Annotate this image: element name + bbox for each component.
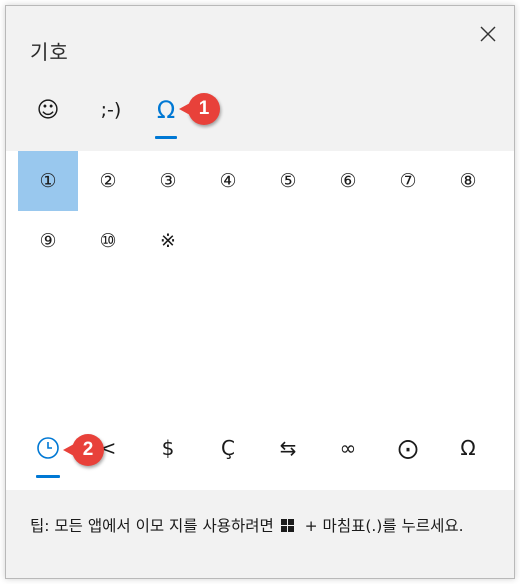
tip-text: 팁: 모든 앱에서 이모 지를 사용하려면 + 마침표(.)를 누르세요. — [30, 514, 490, 539]
tab-geometric[interactable]: ⨀ — [378, 418, 438, 478]
clock-icon — [37, 437, 59, 459]
tab-math[interactable]: ∞ — [318, 418, 378, 478]
tab-currency[interactable]: $ — [138, 418, 198, 478]
emoji-panel: 기호 ☺ ;-) Ω 1 ① ② ③ ④ ⑤ ⑥ ⑦ ⑧ ⑨ ⑩ ※ < $ Ç… — [5, 5, 515, 579]
active-category-indicator — [36, 475, 60, 478]
symbol-cell[interactable]: ① — [18, 151, 78, 211]
tab-latin[interactable]: Ç — [198, 418, 258, 478]
symbol-cell[interactable]: ⑧ — [438, 151, 498, 211]
symbol-cell[interactable]: ② — [78, 151, 138, 211]
annotation-badge-1: 1 — [179, 93, 220, 125]
active-tab-indicator — [155, 136, 177, 139]
tip-text-before: 팁: 모든 앱에서 이모 지를 사용하려면 — [30, 517, 274, 535]
tab-emoji[interactable]: ☺ — [28, 90, 68, 130]
tab-arrows[interactable]: ⇆ — [258, 418, 318, 478]
kaomoji-label: ;-) — [100, 99, 122, 121]
tab-kaomoji[interactable]: ;-) — [86, 90, 136, 130]
tip-text-after: + 마침표(.)를 누르세요. — [304, 517, 464, 535]
symbol-cell[interactable]: ⑤ — [258, 151, 318, 211]
tip-footer: 팁: 모든 앱에서 이모 지를 사용하려면 + 마침표(.)를 누르세요. — [6, 490, 514, 578]
symbol-cell[interactable]: ⑩ — [78, 211, 138, 271]
symbol-grid: ① ② ③ ④ ⑤ ⑥ ⑦ ⑧ ⑨ ⑩ ※ — [18, 151, 498, 391]
symbol-cell[interactable]: ④ — [198, 151, 258, 211]
smiley-icon: ☺ — [36, 97, 60, 123]
annotation-badge-2: 2 — [63, 434, 104, 466]
panel-title: 기호 — [30, 40, 69, 64]
windows-logo-icon — [280, 519, 294, 532]
symbol-cell[interactable]: ⑦ — [378, 151, 438, 211]
panel-header: 기호 ☺ ;-) Ω 1 — [6, 6, 514, 151]
omega-icon: Ω — [156, 96, 176, 124]
symbol-cell[interactable]: ⑨ — [18, 211, 78, 271]
symbol-cell[interactable]: ③ — [138, 151, 198, 211]
close-button[interactable] — [474, 20, 502, 48]
tab-language[interactable]: Ω — [438, 418, 498, 478]
symbol-cell[interactable]: ⑥ — [318, 151, 378, 211]
close-icon — [480, 26, 496, 42]
symbol-cell[interactable]: ※ — [138, 211, 198, 271]
